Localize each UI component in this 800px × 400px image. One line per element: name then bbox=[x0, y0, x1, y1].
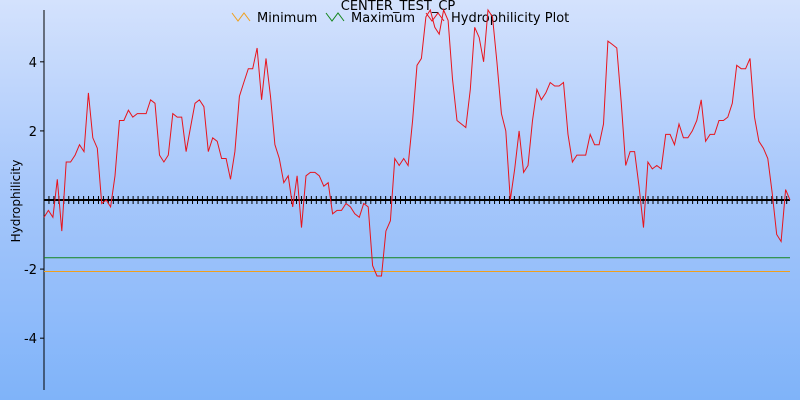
legend-swatch bbox=[231, 12, 251, 22]
legend-label: Hydrophilicity Plot bbox=[451, 11, 569, 26]
legend: Minimum Maximum Hydrophilicity Plot bbox=[231, 11, 569, 26]
y-axis-title: Hydrophilicity bbox=[9, 160, 23, 243]
chart-canvas: CENTER_TEST_CP Minimum Maximum Hydrophilic… bbox=[9, 0, 791, 390]
y-tick-label: 4 bbox=[29, 56, 37, 71]
series-layer bbox=[43, 8, 791, 277]
y-axis: -4 -2 2 4 bbox=[24, 10, 45, 390]
zero-line bbox=[43, 196, 790, 204]
hydrophilicity-chart: CENTER_TEST_CP Minimum Maximum Hydrophilic… bbox=[0, 0, 800, 400]
legend-label: Minimum bbox=[257, 11, 317, 26]
y-tick-label: -4 bbox=[24, 332, 37, 347]
y-tick-label: 2 bbox=[29, 125, 37, 140]
legend-swatch bbox=[325, 12, 345, 22]
legend-swatch bbox=[425, 12, 445, 22]
legend-label: Maximum bbox=[351, 11, 415, 26]
y-tick-label: -2 bbox=[24, 263, 37, 278]
series-line-hydrophilicity bbox=[43, 8, 791, 277]
